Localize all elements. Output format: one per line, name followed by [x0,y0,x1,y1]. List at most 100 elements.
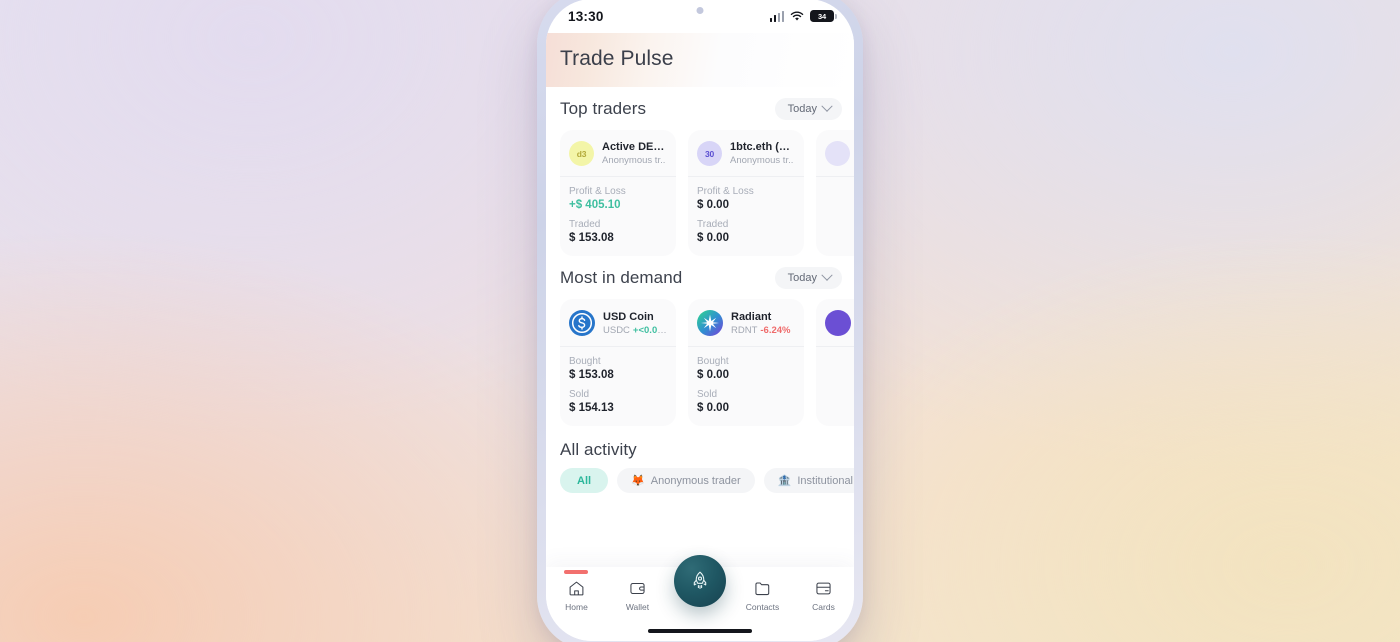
trader-card-header: 30 1btc.eth (0x... Anonymous tr.. [688,130,804,176]
filter-chip-institutional[interactable]: 🏦 Institutional [763,468,854,493]
token-names: USD Coin USDC+<0.01% [603,311,667,336]
wallet-icon [630,582,645,595]
token-card-header [816,299,854,346]
token-ticker-row: USDC+<0.01% [603,325,667,336]
cellular-signal-icon [769,10,784,22]
most-in-demand-period-selector[interactable]: Today [774,267,842,289]
stat-value: $ 0.00 [697,402,729,414]
token-change: +<0.01% [632,324,667,336]
phone-screen: 13:30 34 Trade Pulse Top traders Today d… [546,0,854,641]
trader-card-partial[interactable] [816,130,854,256]
stat-value: $ 153.08 [569,232,614,244]
filter-chip-all[interactable]: All [560,468,609,493]
page-title: Trade Pulse [560,47,674,70]
top-traders-card-row[interactable]: d3 Active DEX ... Anonymous tr.. Profit … [546,130,854,256]
most-in-demand-card-row[interactable]: USD Coin USDC+<0.01% Bought $ 153.08 Sol… [546,299,854,426]
stat-block: Profit & Loss $ 0.00 [697,186,795,211]
chevron-down-icon [821,269,833,281]
top-traders-header: Top traders Today [546,87,854,130]
trader-stats [816,176,854,206]
cards-icon [816,582,831,595]
nav-label: Cards [812,602,835,612]
token-card[interactable]: USD Coin USDC+<0.01% Bought $ 153.08 Sol… [560,299,676,426]
home-icon [569,581,584,596]
trader-names: 1btc.eth (0x... Anonymous tr.. [730,141,795,166]
trader-card-header [816,130,854,176]
token-card-partial[interactable] [816,299,854,426]
avatar [825,141,850,166]
period-label: Today [787,272,817,284]
trader-name: 1btc.eth (0x... [730,141,795,153]
trader-card-header: d3 Active DEX ... Anonymous tr.. [560,130,676,176]
stat-value: $ 154.13 [569,402,614,414]
nav-item-home[interactable]: Home [546,570,607,612]
filter-chip-anonymous-trader[interactable]: 🦊 Anonymous trader [617,468,755,493]
contacts-folder-icon [755,582,770,596]
stat-value: $ 153.08 [569,369,614,381]
phone-frame: 13:30 34 Trade Pulse Top traders Today d… [537,0,863,642]
token-name: USD Coin [603,310,654,323]
trader-subtitle: Anonymous tr.. [602,155,666,166]
wifi-icon [790,11,804,21]
nav-item-cards[interactable]: Cards [793,579,854,612]
stat-label: Bought [569,356,601,367]
token-card-header: Radiant RDNT -6.24% [688,299,804,346]
stat-value: $ 0.00 [697,369,729,381]
all-activity-header: All activity [546,426,854,468]
trader-subtitle: Anonymous tr.. [730,155,794,166]
stat-label: Sold [569,389,590,400]
stat-block: Traded $ 0.00 [697,219,795,244]
top-traders-period-selector[interactable]: Today [774,98,842,120]
trader-card[interactable]: d3 Active DEX ... Anonymous tr.. Profit … [560,130,676,256]
stat-value: $ 0.00 [697,199,729,211]
nav-label: Home [565,602,588,612]
token-names: Radiant RDNT -6.24% [731,311,795,336]
filter-label: All [577,474,592,487]
token-stats: Bought $ 0.00 Sold $ 0.00 [688,346,804,426]
stat-block: Traded $ 153.08 [569,219,667,244]
nav-item-contacts[interactable]: Contacts [732,579,793,612]
trader-stats: Profit & Loss +$ 405.10 Traded $ 153.08 [560,176,676,256]
trader-name: Active DEX ... [602,141,667,153]
bank-emoji-icon: 🏦 [777,475,792,487]
activity-filter-chips[interactable]: All 🦊 Anonymous trader 🏦 Institutional [546,468,854,493]
chevron-down-icon [821,100,833,112]
filter-label: Anonymous trader [650,474,741,487]
radiant-icon [697,310,723,336]
home-indicator-bar [648,628,752,633]
token-name: Radiant [731,310,772,323]
front-camera-dot [696,7,704,14]
most-in-demand-header: Most in demand Today [546,256,854,299]
rocket-fab-button[interactable] [674,555,726,607]
stat-block: Bought $ 0.00 [697,356,795,381]
stat-label: Profit & Loss [569,186,626,197]
avatar: 30 [697,141,722,166]
status-time: 13:30 [568,8,604,24]
trader-card[interactable]: 30 1btc.eth (0x... Anonymous tr.. Profit… [688,130,804,256]
avatar: d3 [569,141,594,166]
nav-item-wallet[interactable]: Wallet [607,579,668,612]
token-card-header: USD Coin USDC+<0.01% [560,299,676,346]
stat-block: Sold $ 154.13 [569,389,667,414]
stat-label: Traded [697,219,729,230]
active-tab-indicator [564,570,589,574]
period-label: Today [787,103,817,115]
nav-label: Wallet [625,602,650,612]
stat-value: +$ 405.10 [569,199,621,211]
token-card[interactable]: Radiant RDNT -6.24% Bought $ 0.00 Sold $ … [688,299,804,426]
battery-icon: 34 [810,9,837,23]
fox-emoji-icon: 🦊 [631,475,645,487]
stat-block: Bought $ 153.08 [569,356,667,381]
rocket-icon [693,571,707,589]
token-ticker: USDC [603,324,630,336]
filter-label: Institutional [797,474,854,487]
status-bar: 13:30 34 [546,0,854,33]
stat-label: Profit & Loss [697,186,754,197]
token-stats [816,346,854,376]
status-icons: 34 [769,9,837,23]
stat-block: Profit & Loss +$ 405.10 [569,186,667,211]
stat-block: Sold $ 0.00 [697,389,795,414]
battery-level: 34 [818,11,826,21]
app-scroll-body: Top traders Today d3 Active DEX ... Anon… [546,87,854,497]
token-stats: Bought $ 153.08 Sold $ 154.13 [560,346,676,426]
